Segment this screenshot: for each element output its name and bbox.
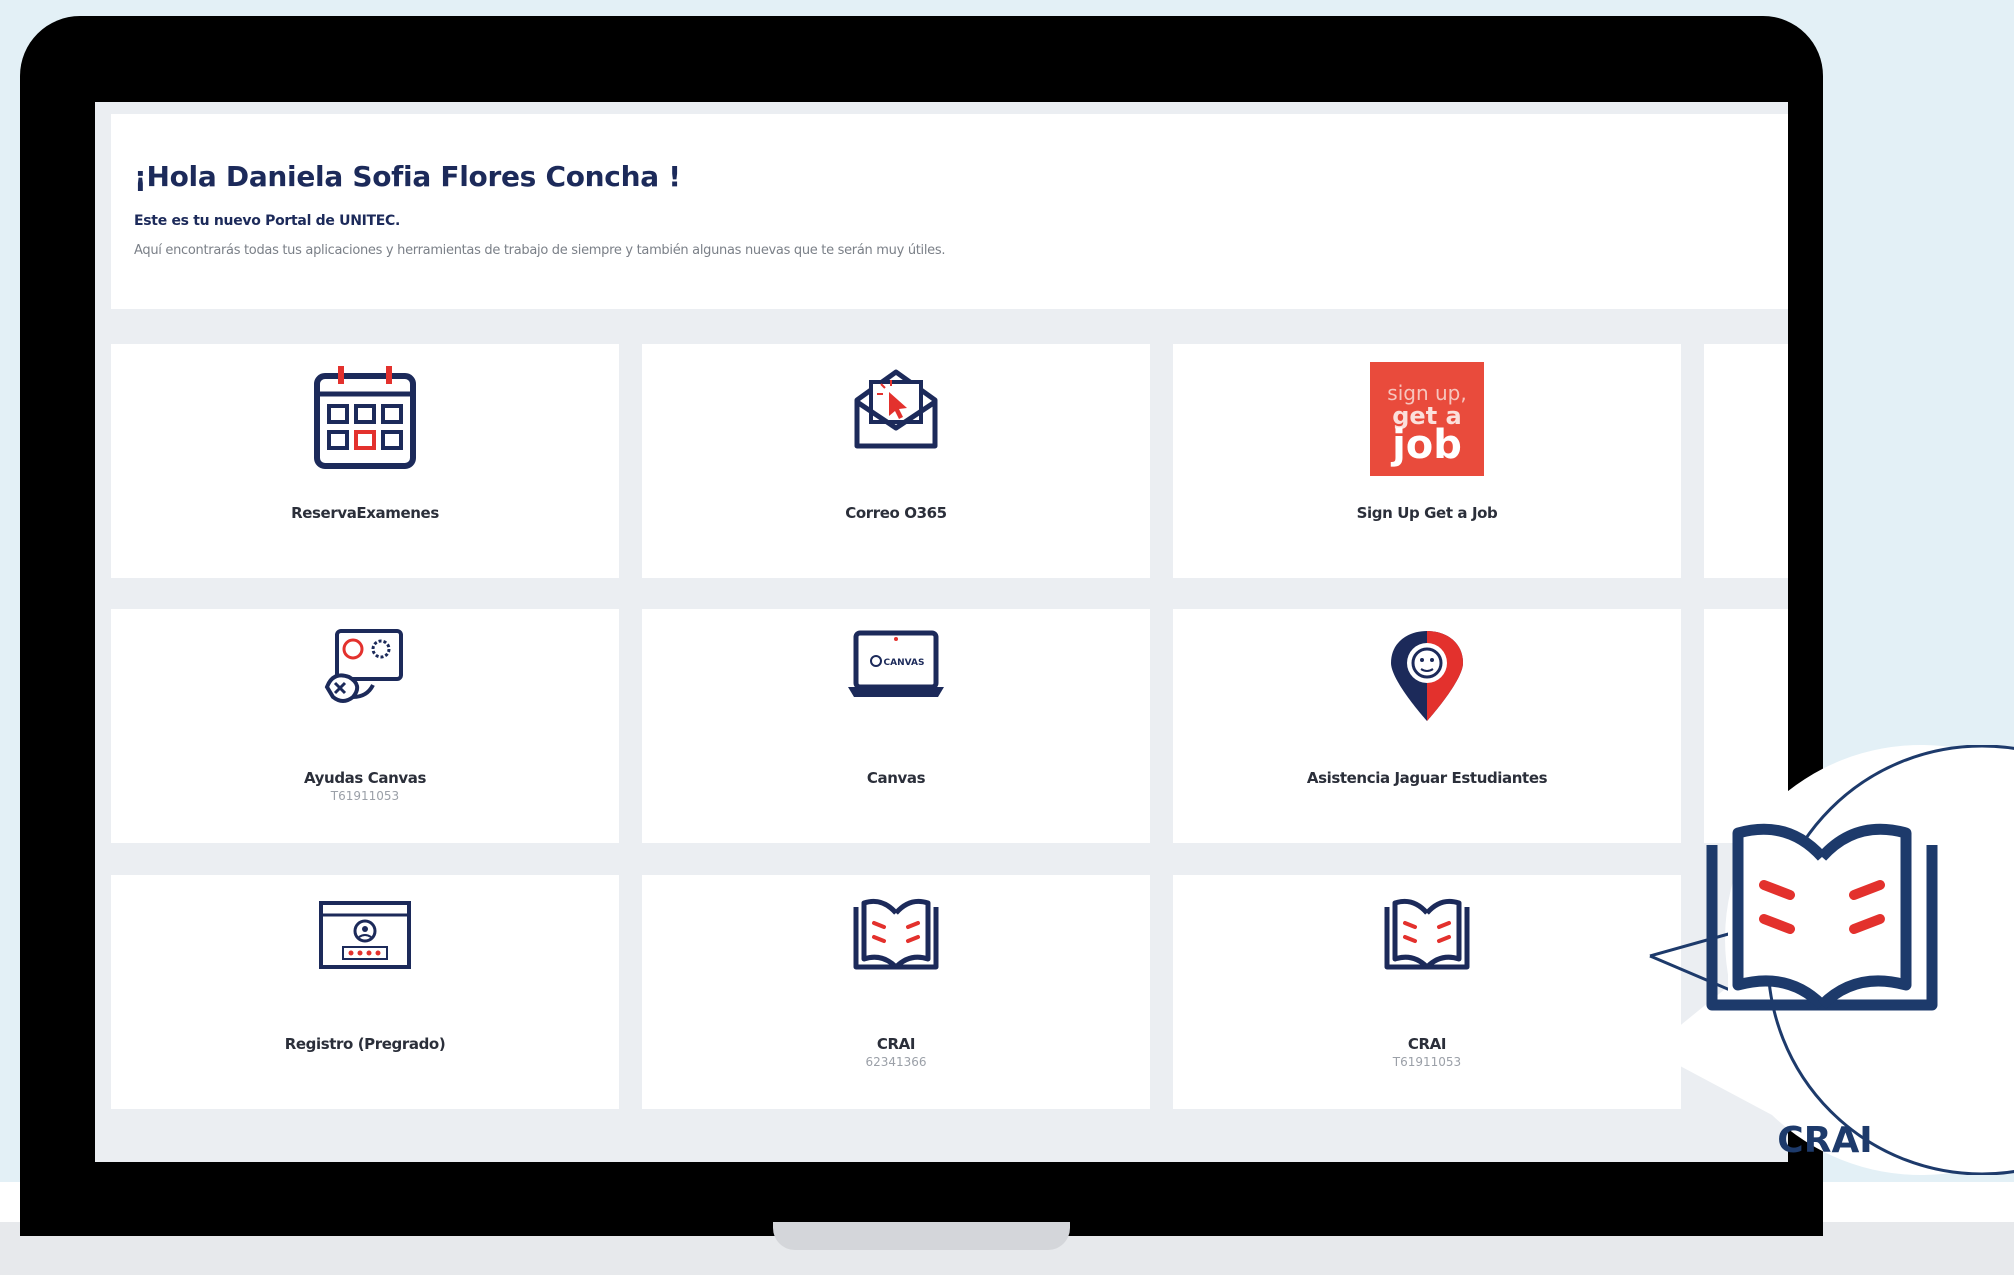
app-card-partial[interactable] <box>1704 344 1788 578</box>
mail-envelope-icon <box>851 362 941 457</box>
jaguar-location-pin-icon <box>1387 627 1467 728</box>
app-label: CRAI <box>1407 1035 1447 1053</box>
canvas-logo-text: CANVAS <box>884 658 925 668</box>
app-card-crai[interactable]: CRAI 62341366 <box>642 875 1150 1109</box>
app-label: Registro (Pregrado) <box>284 1035 446 1053</box>
app-card-crai[interactable]: CRAI T61911053 <box>1173 875 1681 1109</box>
app-code: 62341366 <box>865 1055 927 1069</box>
app-label: Ayudas Canvas <box>304 769 426 787</box>
app-label: Asistencia Jaguar Estudiantes <box>1306 769 1548 787</box>
svg-text:job: job <box>1390 422 1462 468</box>
app-label: Correo O365 <box>845 504 947 522</box>
app-card-registro-pregrado[interactable]: Registro (Pregrado) <box>111 875 619 1109</box>
app-label: Sign Up Get a Job <box>1356 504 1498 522</box>
app-label: Canvas <box>866 769 926 787</box>
app-card-correo-o365[interactable]: Correo O365 <box>642 344 1150 578</box>
app-label: CRAI <box>876 1035 916 1053</box>
welcome-banner: ¡Hola Daniela Sofia Flores Concha ! Este… <box>111 114 1788 309</box>
app-card-sign-up-get-a-job[interactable]: sign up, get a job Sign Up Get a Job <box>1173 344 1681 578</box>
zoom-callout-label: CRAI <box>1777 1120 1873 1161</box>
laptop-hinge <box>773 1222 1070 1250</box>
portal-description: Aquí encontrarás todas tus aplicaciones … <box>134 243 946 258</box>
signup-get-a-job-logo: sign up, get a job <box>1370 362 1484 481</box>
app-card-reservaexamenes[interactable]: ReservaExamenes <box>111 344 619 578</box>
open-book-icon <box>1379 893 1475 978</box>
app-code: T61911053 <box>330 789 400 803</box>
login-registration-icon <box>317 893 413 976</box>
app-card-asistencia-jaguar[interactable]: Asistencia Jaguar Estudiantes <box>1173 609 1681 843</box>
app-card-canvas[interactable]: CANVAS Canvas <box>642 609 1150 843</box>
open-book-icon <box>1706 823 1938 1011</box>
calendar-icon <box>313 362 417 475</box>
greeting-title: ¡Hola Daniela Sofia Flores Concha ! <box>134 160 681 193</box>
laptop-canvas-icon: CANVAS <box>846 627 946 708</box>
open-book-icon <box>848 893 944 978</box>
laptop-frame: ¡Hola Daniela Sofia Flores Concha ! Este… <box>20 16 1823 1236</box>
portal-subtitle: Este es tu nuevo Portal de UNITEC. <box>134 213 401 229</box>
app-label: ReservaExamenes <box>291 504 439 522</box>
crai-zoom-callout <box>1649 745 2014 1175</box>
app-card-ayudas-canvas[interactable]: Ayudas Canvas T61911053 <box>111 609 619 843</box>
portal-screen: ¡Hola Daniela Sofia Flores Concha ! Este… <box>95 102 1788 1162</box>
app-code: T61911053 <box>1392 1055 1462 1069</box>
canvas-help-icon <box>323 627 407 712</box>
